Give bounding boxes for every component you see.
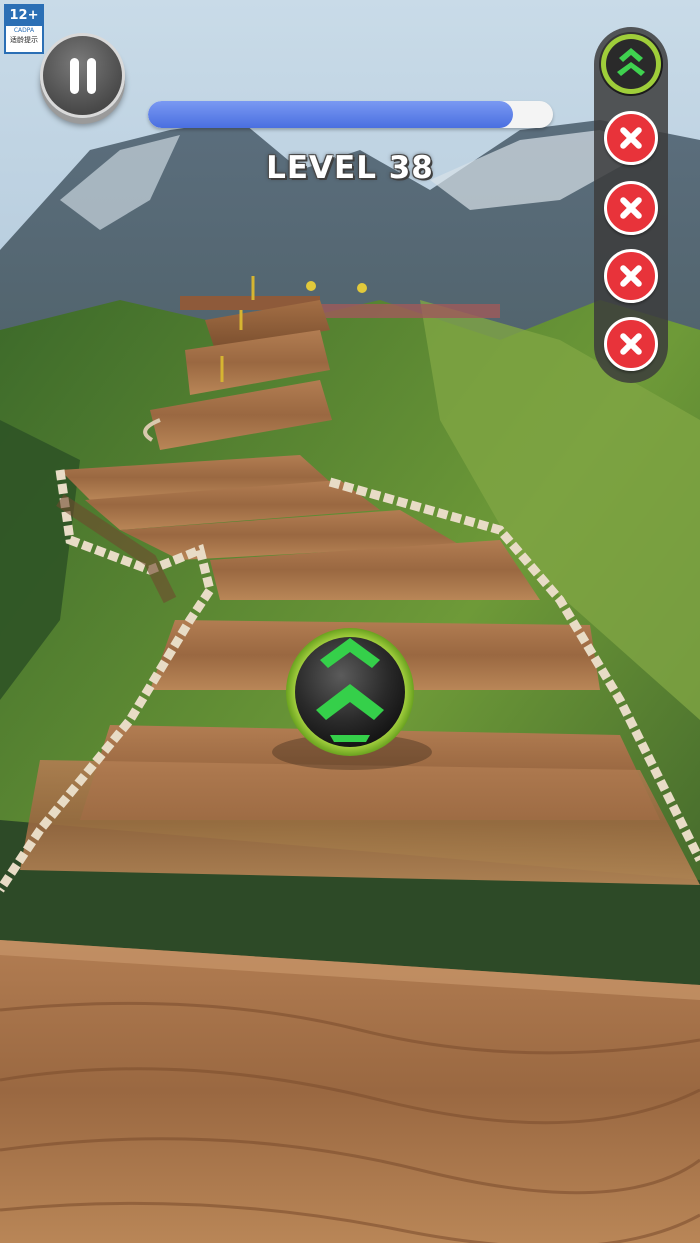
age-rating-org: CADPA [13,27,35,34]
pause-icon [70,58,79,94]
pause-icon-bar [87,58,96,94]
current-ball-icon [599,32,663,96]
level-progress-bar [148,101,553,128]
pause-button[interactable] [40,33,125,118]
life-slot-lost-icon [604,249,658,303]
lives-panel [594,27,668,383]
age-rating-badge: 12+ CADPA 适龄提示 [4,4,44,54]
life-slot-lost-icon [604,111,658,165]
age-rating-note: 适龄提示 [10,36,38,44]
life-slot-lost-icon [604,317,658,371]
life-slot-lost-icon [604,181,658,235]
level-progress-fill [148,101,513,128]
age-rating-label: 12+ [6,6,42,26]
